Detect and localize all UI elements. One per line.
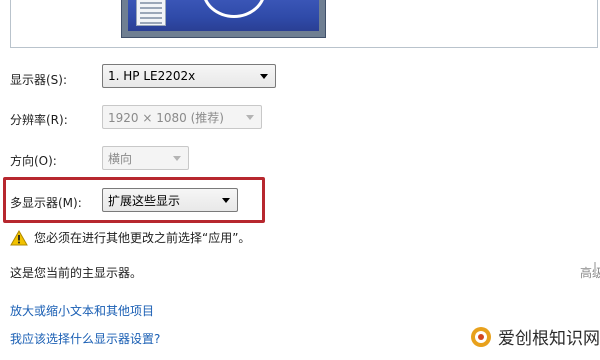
chevron-down-icon xyxy=(246,115,254,120)
monitor-screen xyxy=(128,0,319,31)
resolution-select[interactable]: 1920 × 1080 (推荐) xyxy=(102,105,262,129)
watermark: 爱创根知识网 xyxy=(466,322,600,351)
warning-icon xyxy=(10,229,28,245)
display-select[interactable]: 1. HP LE2202x xyxy=(102,64,276,88)
warning-message: 您必须在进行其他更改之前选择“应用”。 xyxy=(10,229,250,246)
resolution-label: 分辨率(R): xyxy=(10,113,68,127)
multi-display-select-value: 扩展这些显示 xyxy=(108,193,181,208)
monitor-preview-area xyxy=(10,0,598,48)
advanced-settings-link[interactable]: 高级 xyxy=(580,264,600,281)
orientation-label: 方向(O): xyxy=(10,154,57,168)
monitor-preview-icon[interactable] xyxy=(121,0,326,38)
display-select-value: 1. HP LE2202x xyxy=(108,69,196,83)
monitor-number-circle xyxy=(202,0,266,18)
chevron-down-icon xyxy=(260,74,268,79)
chevron-down-icon xyxy=(173,156,181,161)
orientation-select-value: 横向 xyxy=(108,151,133,166)
multi-display-label: 多显示器(M): xyxy=(10,196,82,210)
multi-display-select[interactable]: 扩展这些显示 xyxy=(102,188,238,212)
watermark-text: 爱创根知识网 xyxy=(498,329,600,349)
logo-icon xyxy=(471,326,491,347)
display-label: 显示器(S): xyxy=(10,73,68,87)
resolution-select-value: 1920 × 1080 (推荐) xyxy=(108,110,224,125)
orientation-select[interactable]: 横向 xyxy=(102,146,189,170)
edge-divider xyxy=(594,262,596,276)
enlarge-text-link[interactable]: 放大或缩小文本和其他项目 xyxy=(10,302,154,319)
monitor-sidebar-graphic xyxy=(136,0,166,26)
warning-text: 您必须在进行其他更改之前选择“应用”。 xyxy=(34,231,251,245)
chevron-down-icon xyxy=(222,198,230,203)
which-settings-link[interactable]: 我应该选择什么显示器设置? xyxy=(10,330,160,347)
main-display-text: 这是您当前的主显示器。 xyxy=(10,266,143,280)
